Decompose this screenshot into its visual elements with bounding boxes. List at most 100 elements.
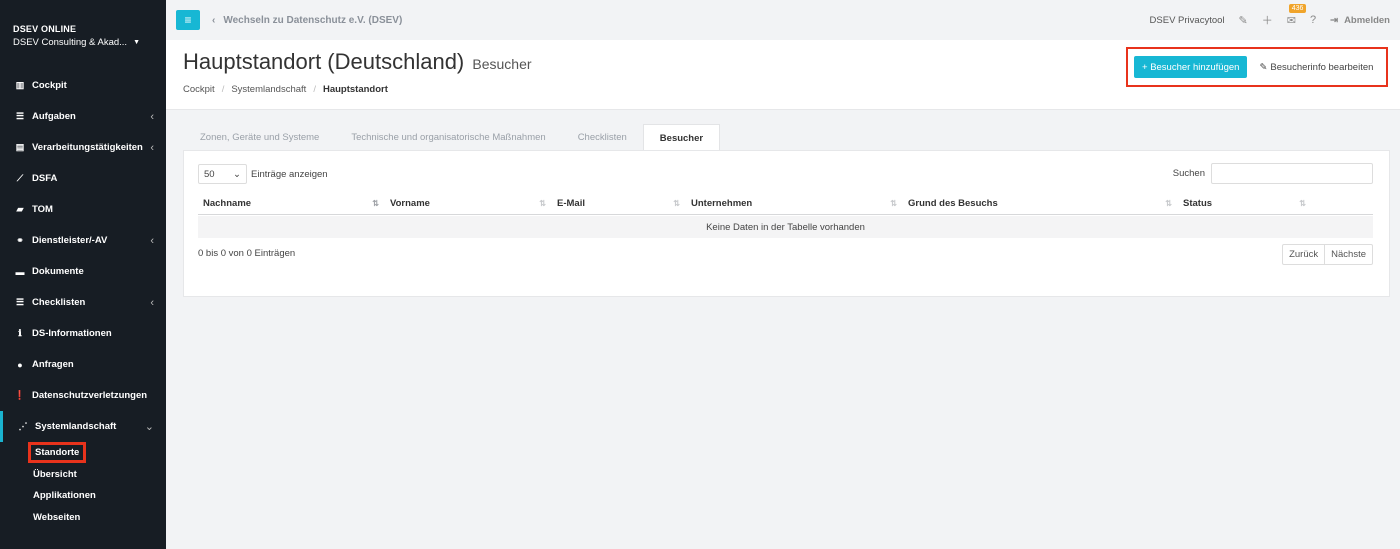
chart-icon: ▥: [15, 80, 25, 90]
lock-icon: ▰: [16, 204, 24, 214]
table-empty-row: Keine Daten in der Tabelle vorhanden: [198, 216, 1373, 238]
sidebar-nav: ▥ Cockpit ☰ Aufgaben ‹ ▤ Verarbeitungstätigk…: [0, 70, 166, 528]
table-header: Nachname ⇅ Vorname ⇅ E-Mail ⇅ Unternehmen ⇅ …: [198, 191, 1373, 215]
previous-page-button[interactable]: Zurück: [1283, 245, 1324, 264]
sidebar-item-dienstleister[interactable]: ⚭ Dienstleister/-AV ‹: [0, 225, 166, 256]
column-label: Grund des Besuchs: [908, 197, 998, 209]
sidebar-item-dokumente[interactable]: ▬ Dokumente: [0, 256, 166, 287]
logout-label: Abmelden: [1344, 14, 1390, 26]
logout-icon: ⇥: [1330, 14, 1339, 26]
search-input[interactable]: [1211, 163, 1373, 184]
chevron-left-icon: ‹: [212, 14, 216, 26]
sidebar-item-ds-informationen[interactable]: ℹ DS-Informationen: [0, 318, 166, 349]
page-header: Hauptstandort (Deutschland) Besucher Coc…: [166, 40, 1400, 110]
switch-org-link[interactable]: ‹ Wechseln zu Datenschutz e.V. (DSEV): [212, 15, 402, 26]
breadcrumb-separator: /: [313, 84, 316, 95]
column-header-grund[interactable]: Grund des Besuchs ⇅: [903, 191, 1178, 215]
sidebar-subitem-standorte[interactable]: Standorte: [27, 442, 166, 464]
chevron-left-icon: ‹: [150, 110, 154, 123]
list-icon: ☰: [15, 111, 25, 121]
sort-icon: ⇅: [673, 198, 680, 208]
edit-icon[interactable]: ✎: [1239, 14, 1248, 27]
sidebar-item-label: Checklisten: [32, 297, 86, 308]
info-icon: ℹ: [18, 328, 22, 338]
page-title: Hauptstandort (Deutschland) Besucher: [183, 49, 532, 75]
sidebar-subitem-uebersicht[interactable]: Übersicht: [33, 464, 166, 486]
add-visitor-label: Besucher hinzufügen: [1150, 61, 1240, 73]
page-length-value: 50: [204, 168, 215, 180]
sidebar-item-label: Dienstleister/-AV: [32, 235, 108, 246]
tab-zonen[interactable]: Zonen, Geräte und Systeme: [184, 124, 335, 151]
line-chart-icon: ⟋: [16, 173, 24, 183]
column-label: Vorname: [390, 197, 430, 209]
page-length-control: 50 ⌄ Einträge anzeigen: [198, 164, 328, 184]
column-header-nachname[interactable]: Nachname ⇅: [198, 191, 385, 215]
folder-icon: ▬: [15, 266, 25, 277]
pagination: Zurück Nächste: [1282, 244, 1373, 265]
column-label: Unternehmen: [691, 197, 753, 209]
page-title-text: Hauptstandort (Deutschland): [183, 49, 465, 74]
sidebar-subitem-label: Webseiten: [33, 511, 81, 523]
sidebar-subitem-webseiten[interactable]: Webseiten: [33, 507, 166, 529]
menu-toggle-button[interactable]: ≡: [176, 10, 200, 30]
sidebar-submenu: Standorte Übersicht Applikationen Websei…: [0, 442, 166, 528]
column-header-status[interactable]: Status ⇅: [1178, 191, 1312, 215]
alert-icon: ❗: [14, 390, 26, 400]
org-sub-label: DSEV Consulting & Akad...: [13, 37, 128, 48]
comments-icon: ●: [17, 359, 23, 370]
chevron-left-icon: ‹: [150, 141, 154, 154]
tab-checklisten[interactable]: Checklisten: [562, 124, 643, 151]
column-label: E-Mail: [557, 197, 585, 209]
sidebar-subitem-label: Applikationen: [33, 490, 96, 502]
logout-button[interactable]: ⇥ Abmelden: [1330, 15, 1390, 26]
header-actions-highlight: + Besucher hinzufügen ✎ Besucherinfo bea…: [1126, 47, 1388, 87]
sidebar-item-dsfa[interactable]: ⟋ DSFA: [0, 163, 166, 194]
mail-icon[interactable]: ✉ 436: [1287, 3, 1307, 27]
table-info: 0 bis 0 von 0 Einträgen: [198, 248, 296, 259]
sidebar-item-verarbeitung[interactable]: ▤ Verarbeitungstätigkeiten ‹: [0, 132, 166, 163]
tab-tom[interactable]: Technische und organisatorische Maßnahme…: [335, 124, 561, 151]
help-icon[interactable]: ?: [1310, 14, 1316, 26]
notification-badge: 436: [1288, 3, 1307, 13]
breadcrumb-item[interactable]: Cockpit: [183, 84, 215, 95]
tab-besucher[interactable]: Besucher: [642, 124, 721, 151]
column-label: Nachname: [203, 197, 252, 209]
sidebar-item-aufgaben[interactable]: ☰ Aufgaben ‹: [0, 101, 166, 132]
org-name: DSEV ONLINE: [13, 24, 77, 34]
column-header-vorname[interactable]: Vorname ⇅: [385, 191, 552, 215]
search-label: Suchen: [1172, 168, 1205, 179]
sidebar-item-datenschutzverletzungen[interactable]: ❗ Datenschutzverletzungen: [0, 380, 166, 411]
app-name: DSEV Privacytool: [1149, 14, 1225, 26]
breadcrumb-item[interactable]: Systemlandschaft: [231, 84, 306, 95]
plus-icon[interactable]: ＋: [1262, 12, 1273, 28]
hamburger-icon: ≡: [184, 13, 192, 27]
handshake-icon: ⚭: [16, 235, 24, 245]
page-length-select[interactable]: 50 ⌄: [198, 164, 247, 184]
sidebar-item-tom[interactable]: ▰ TOM: [0, 194, 166, 225]
sidebar-item-checklisten[interactable]: ☰ Checklisten ‹: [0, 287, 166, 318]
edit-icon: ✎: [1259, 61, 1268, 73]
network-icon: ⋰: [18, 421, 28, 431]
switch-org-label: Wechseln zu Datenschutz e.V. (DSEV): [223, 14, 403, 26]
sort-icon: ⇅: [1165, 198, 1172, 208]
sidebar-item-systemlandschaft[interactable]: ⋰ Systemlandschaft ⌄: [0, 411, 166, 442]
add-visitor-button[interactable]: + Besucher hinzufügen: [1134, 56, 1248, 78]
visitors-card: 50 ⌄ Einträge anzeigen Suchen Nachname ⇅ …: [183, 150, 1390, 297]
edit-visitor-info-button[interactable]: ✎ Besucherinfo bearbeiten: [1253, 56, 1379, 78]
org-switcher[interactable]: DSEV ONLINE DSEV Consulting & Akad... ▼: [0, 0, 166, 48]
column-header-email[interactable]: E-Mail ⇅: [552, 191, 686, 215]
next-page-button[interactable]: Nächste: [1324, 245, 1372, 264]
topbar: ≡ ‹ Wechseln zu Datenschutz e.V. (DSEV) …: [166, 0, 1400, 40]
sort-asc-icon: ⇅: [372, 198, 379, 208]
sidebar-item-anfragen[interactable]: ● Anfragen: [0, 349, 166, 380]
column-header-unternehmen[interactable]: Unternehmen ⇅: [686, 191, 903, 215]
list-icon: ☰: [15, 297, 25, 307]
tab-bar: Zonen, Geräte und Systeme Technische und…: [184, 124, 721, 151]
sidebar-item-cockpit[interactable]: ▥ Cockpit: [0, 70, 166, 101]
sidebar-subitem-applikationen[interactable]: Applikationen: [33, 485, 166, 507]
sidebar-item-label: Anfragen: [32, 359, 74, 370]
sidebar-item-label: Datenschutzverletzungen: [32, 390, 148, 401]
column-label: Status: [1183, 197, 1213, 209]
topbar-actions: DSEV Privacytool ✎ ＋ ✉ 436 ? ⇥ Abmelden: [1150, 0, 1390, 40]
sidebar-subitem-label: Standorte: [27, 442, 87, 464]
